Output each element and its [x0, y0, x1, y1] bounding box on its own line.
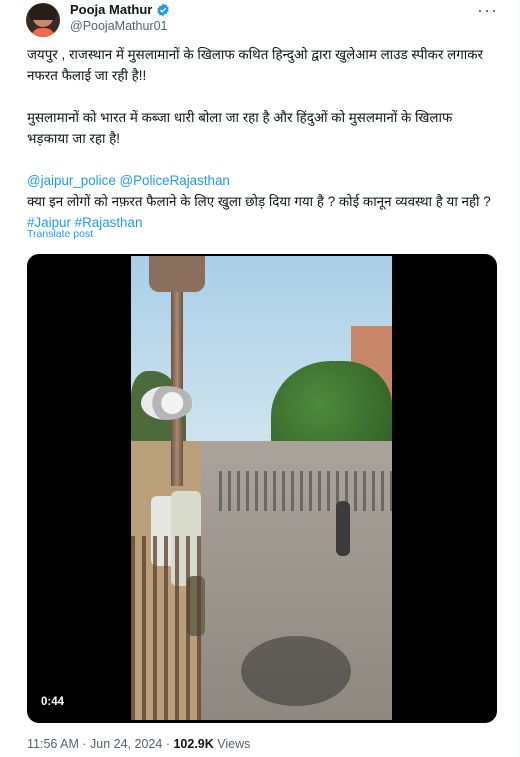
mention-jaipur-police[interactable]: @jaipur_police [27, 173, 116, 188]
tweet-paragraph-1: जयपुर , राजस्थान में मुसलामानों के खिलाफ… [27, 47, 483, 83]
author-name[interactable]: Pooja Mathur [70, 2, 152, 17]
loudspeaker [141, 386, 193, 420]
tweet-header: Pooja Mathur @PoojaMathur01 ··· [14, 0, 506, 42]
tweet-time[interactable]: 11:56 AM [27, 737, 79, 751]
mention-police-rajasthan[interactable]: @PoliceRajasthan [120, 173, 230, 188]
tweet-text: जयपुर , राजस्थान में मुसलामानों के खिलाफ… [27, 44, 497, 233]
verified-badge-icon [157, 3, 170, 16]
views-label: Views [217, 737, 251, 751]
tweet-paragraph-3: क्या इन लोगों को नफ़रत फैलाने के लिए खुल… [27, 191, 497, 233]
video-player[interactable]: 0:44 [27, 254, 497, 723]
translate-post-link[interactable]: Translate post [27, 228, 93, 240]
video-frame [131, 256, 392, 720]
author-name-row: Pooja Mathur [70, 2, 170, 17]
tweet-date[interactable]: Jun 24, 2024 [90, 737, 162, 751]
author-handle[interactable]: @PoojaMathur01 [70, 19, 167, 33]
avatar[interactable] [26, 3, 60, 37]
tweet-meta: 11:56 AM · Jun 24, 2024 · 102.9K Views [27, 737, 250, 751]
more-icon[interactable]: ··· [477, 0, 498, 21]
tweet-card: Pooja Mathur @PoojaMathur01 ··· जयपुर , … [0, 0, 519, 757]
tweet-question: क्या इन लोगों को नफ़रत फैलाने के लिए खुल… [27, 194, 491, 209]
tweet-paragraph-2: मुसलामानों को भारत में कब्जा धारी बोला ज… [27, 110, 453, 146]
meta-separator: · [165, 737, 170, 751]
meta-separator: · [82, 737, 87, 751]
views-count: 102.9K [173, 737, 214, 751]
tweet-mentions: @jaipur_police @PoliceRajasthan [27, 170, 497, 191]
video-duration: 0:44 [41, 696, 65, 708]
